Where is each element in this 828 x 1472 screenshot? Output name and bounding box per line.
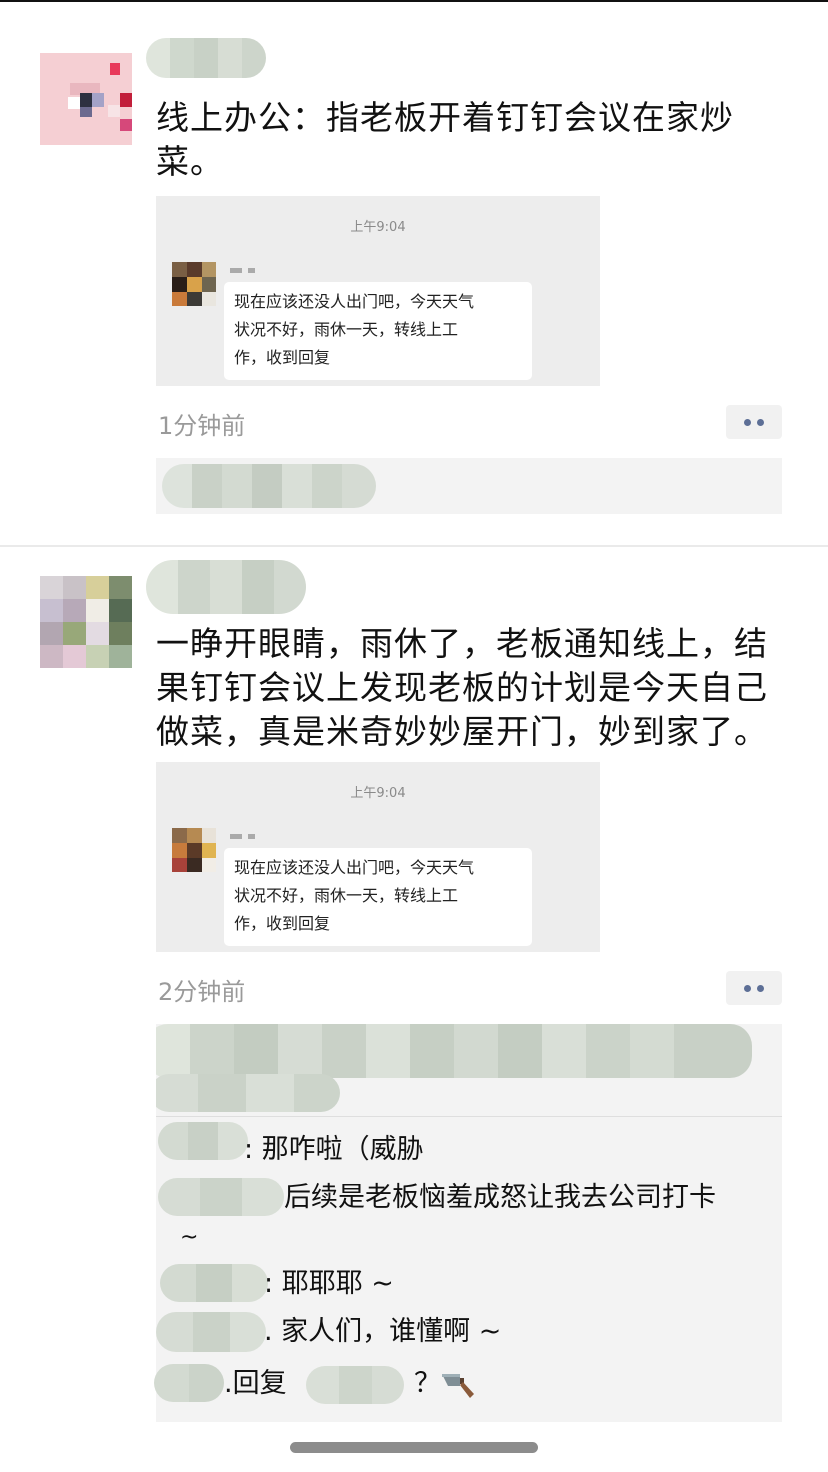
more-dots-icon xyxy=(757,984,764,992)
comment-text: 后续是老板恼羞成怒让我去公司打卡 xyxy=(284,1182,716,1213)
likers-blurred[interactable] xyxy=(156,1024,752,1078)
comment-text: : 耶耶耶 ~ xyxy=(264,1268,394,1299)
comment-text: : 那咋啦（威胁 xyxy=(244,1134,424,1165)
more-dots-icon xyxy=(744,984,751,992)
shared-image-card[interactable]: 上午9:04 现在应该还没人出门吧，今天天气 状况不好，雨休一天，转线上工 作，… xyxy=(156,196,600,386)
likes-comments-divider xyxy=(156,1116,782,1117)
more-dots-icon xyxy=(744,418,751,426)
post-text: 一睁开眼睛，雨休了，老板通知线上，结果钉钉会议上发现老板的计划是今天自己做菜，真… xyxy=(156,624,768,751)
comment[interactable]: : 那咋啦（威胁 xyxy=(158,1122,460,1170)
comment[interactable]: .回复 ？ xyxy=(154,1364,560,1404)
likers-blurred[interactable] xyxy=(156,1074,340,1112)
card-sender-name-blurred xyxy=(230,834,256,839)
commenter-name-blurred[interactable] xyxy=(154,1364,224,1402)
likers-blurred[interactable] xyxy=(162,464,376,508)
card-timestamp: 上午9:04 xyxy=(350,786,406,801)
card-timestamp: 上午9:04 xyxy=(350,220,406,235)
home-indicator[interactable] xyxy=(290,1442,538,1453)
card-sender-avatar xyxy=(172,262,216,306)
commenter-name-blurred[interactable] xyxy=(160,1264,268,1302)
card-message-line: 状况不好，雨休一天，转线上工 xyxy=(234,886,459,905)
more-actions-button[interactable] xyxy=(726,405,782,439)
card-message-line: 现在应该还没人出门吧，今天天气 xyxy=(234,858,475,877)
card-message-line: 作，收到回复 xyxy=(234,348,331,367)
comment-text: ~ xyxy=(180,1225,199,1250)
comment[interactable]: . 家人们，谁懂啊 ~ xyxy=(156,1312,560,1352)
author-name-blurred[interactable] xyxy=(146,560,306,614)
card-message-line: 状况不好，雨休一天，转线上工 xyxy=(234,320,459,339)
kitchen-knife-icon xyxy=(442,1374,474,1398)
likes-area xyxy=(156,458,782,514)
comment[interactable]: 后续是老板恼羞成怒让我去公司打卡 ~ xyxy=(158,1178,780,1258)
commenter-name-blurred[interactable] xyxy=(158,1122,248,1160)
post-time: 1分钟前 xyxy=(158,412,246,440)
card-message-bubble: 现在应该还没人出门吧，今天天气 状况不好，雨休一天，转线上工 作，收到回复 xyxy=(224,282,532,380)
reply-target-blurred[interactable] xyxy=(306,1366,404,1404)
moment-post-1: 线上办公：指老板开着钉钉会议在家炒菜。 上午9:04 现在应该还没人出门吧，今天… xyxy=(0,0,828,546)
moment-post-2: 一睁开眼睛，雨休了，老板通知线上，结果钉钉会议上发现老板的计划是今天自己做菜，真… xyxy=(0,546,828,1446)
card-message-line: 现在应该还没人出门吧，今天天气 xyxy=(234,292,475,311)
commenter-name-blurred[interactable] xyxy=(156,1312,266,1352)
more-dots-icon xyxy=(757,418,764,426)
card-message-line: 作，收到回复 xyxy=(234,914,331,933)
avatar[interactable] xyxy=(40,576,132,668)
commenter-name-blurred[interactable] xyxy=(158,1178,284,1216)
avatar[interactable] xyxy=(40,53,132,145)
comment-text: . 家人们，谁懂啊 ~ xyxy=(264,1316,502,1347)
shared-image-card[interactable]: 上午9:04 现在应该还没人出门吧，今天天气 状况不好，雨休一天，转线上工 作，… xyxy=(156,762,600,952)
more-actions-button[interactable] xyxy=(726,971,782,1005)
card-sender-avatar xyxy=(172,828,216,872)
post-time: 2分钟前 xyxy=(158,978,246,1006)
comment-text: .回复 xyxy=(224,1368,287,1399)
card-message-bubble: 现在应该还没人出门吧，今天天气 状况不好，雨休一天，转线上工 作，收到回复 xyxy=(224,848,532,946)
comment[interactable]: : 耶耶耶 ~ xyxy=(160,1264,460,1304)
post-text: 线上办公：指老板开着钉钉会议在家炒菜。 xyxy=(156,98,734,181)
author-name-blurred[interactable] xyxy=(146,38,266,78)
comment-text: ？ xyxy=(414,1368,441,1399)
card-sender-name-blurred xyxy=(230,268,256,273)
